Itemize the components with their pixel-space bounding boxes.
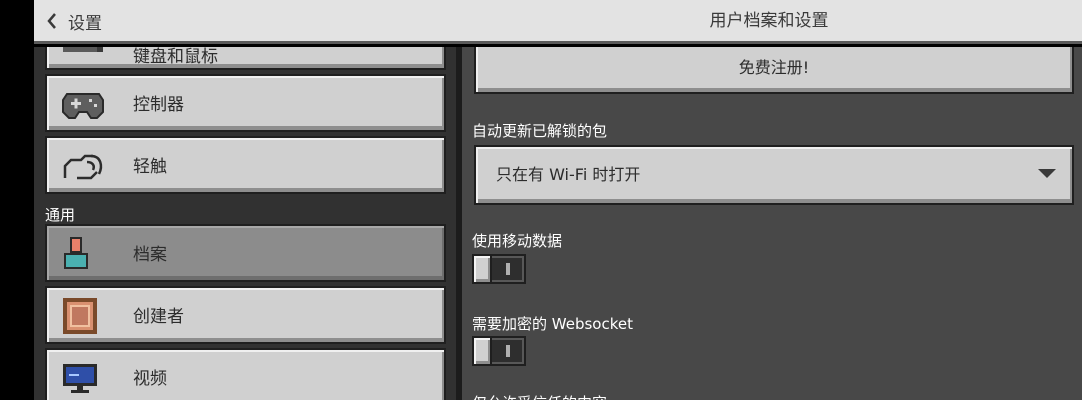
left-gutter — [0, 0, 34, 400]
creator-icon — [63, 298, 97, 334]
mobile-data-toggle[interactable] — [472, 254, 526, 284]
sidebar-item-profile[interactable]: 档案 — [45, 224, 446, 282]
page-title: 用户档案和设置 — [709, 11, 829, 31]
profile-icon — [64, 237, 88, 269]
sidebar-item-creator[interactable]: 创建者 — [45, 286, 446, 344]
sidebar-item-touch[interactable]: 轻触 — [45, 136, 446, 194]
mobile-data-label: 使用移动数据 — [472, 232, 563, 250]
trusted-content-label: 仅允许受信任的内容 — [472, 392, 607, 400]
sidebar-item-label: 轻触 — [133, 157, 167, 177]
websocket-label: 需要加密的 Websocket — [472, 315, 633, 333]
toggle-knob — [472, 336, 492, 366]
toggle-mark — [506, 263, 510, 275]
back-button[interactable]: 设置 — [46, 0, 102, 42]
chevron-left-icon — [47, 13, 56, 29]
sidebar-item-keyboard-mouse[interactable]: 键盘和鼠标 — [45, 47, 446, 70]
chevron-down-icon — [1038, 169, 1056, 178]
section-heading-general: 通用 — [45, 206, 76, 224]
sidebar-item-label: 控制器 — [133, 95, 184, 115]
settings-content: 免费注册! 自动更新已解锁的包 只在有 Wi-Fi 时打开 使用移动数据 需要加… — [462, 47, 1082, 400]
sidebar-item-video[interactable]: 视频 — [45, 348, 446, 400]
toggle-mark — [506, 345, 510, 357]
back-label: 设置 — [68, 13, 102, 34]
toggle-knob — [472, 254, 492, 284]
auto-update-value: 只在有 Wi-Fi 时打开 — [496, 165, 641, 184]
keyboard-mouse-icon — [63, 47, 103, 52]
gamepad-icon — [62, 93, 104, 119]
signup-button[interactable]: 免费注册! — [474, 47, 1074, 94]
sidebar-item-label: 创建者 — [133, 307, 184, 327]
auto-update-dropdown[interactable]: 只在有 Wi-Fi 时打开 — [474, 145, 1074, 205]
websocket-toggle[interactable] — [472, 336, 526, 366]
video-monitor-icon — [63, 364, 97, 393]
touch-hand-icon — [63, 154, 103, 180]
sidebar-item-label: 视频 — [133, 369, 167, 389]
auto-update-label: 自动更新已解锁的包 — [472, 122, 608, 140]
title-bar: 设置 用户档案和设置 — [34, 0, 1082, 44]
sidebar-item-controller[interactable]: 控制器 — [45, 74, 446, 132]
sidebar-item-label: 档案 — [133, 245, 167, 265]
sidebar: 键盘和鼠标 控制器 轻触 通用 档案 创建者 视频 — [34, 47, 456, 400]
